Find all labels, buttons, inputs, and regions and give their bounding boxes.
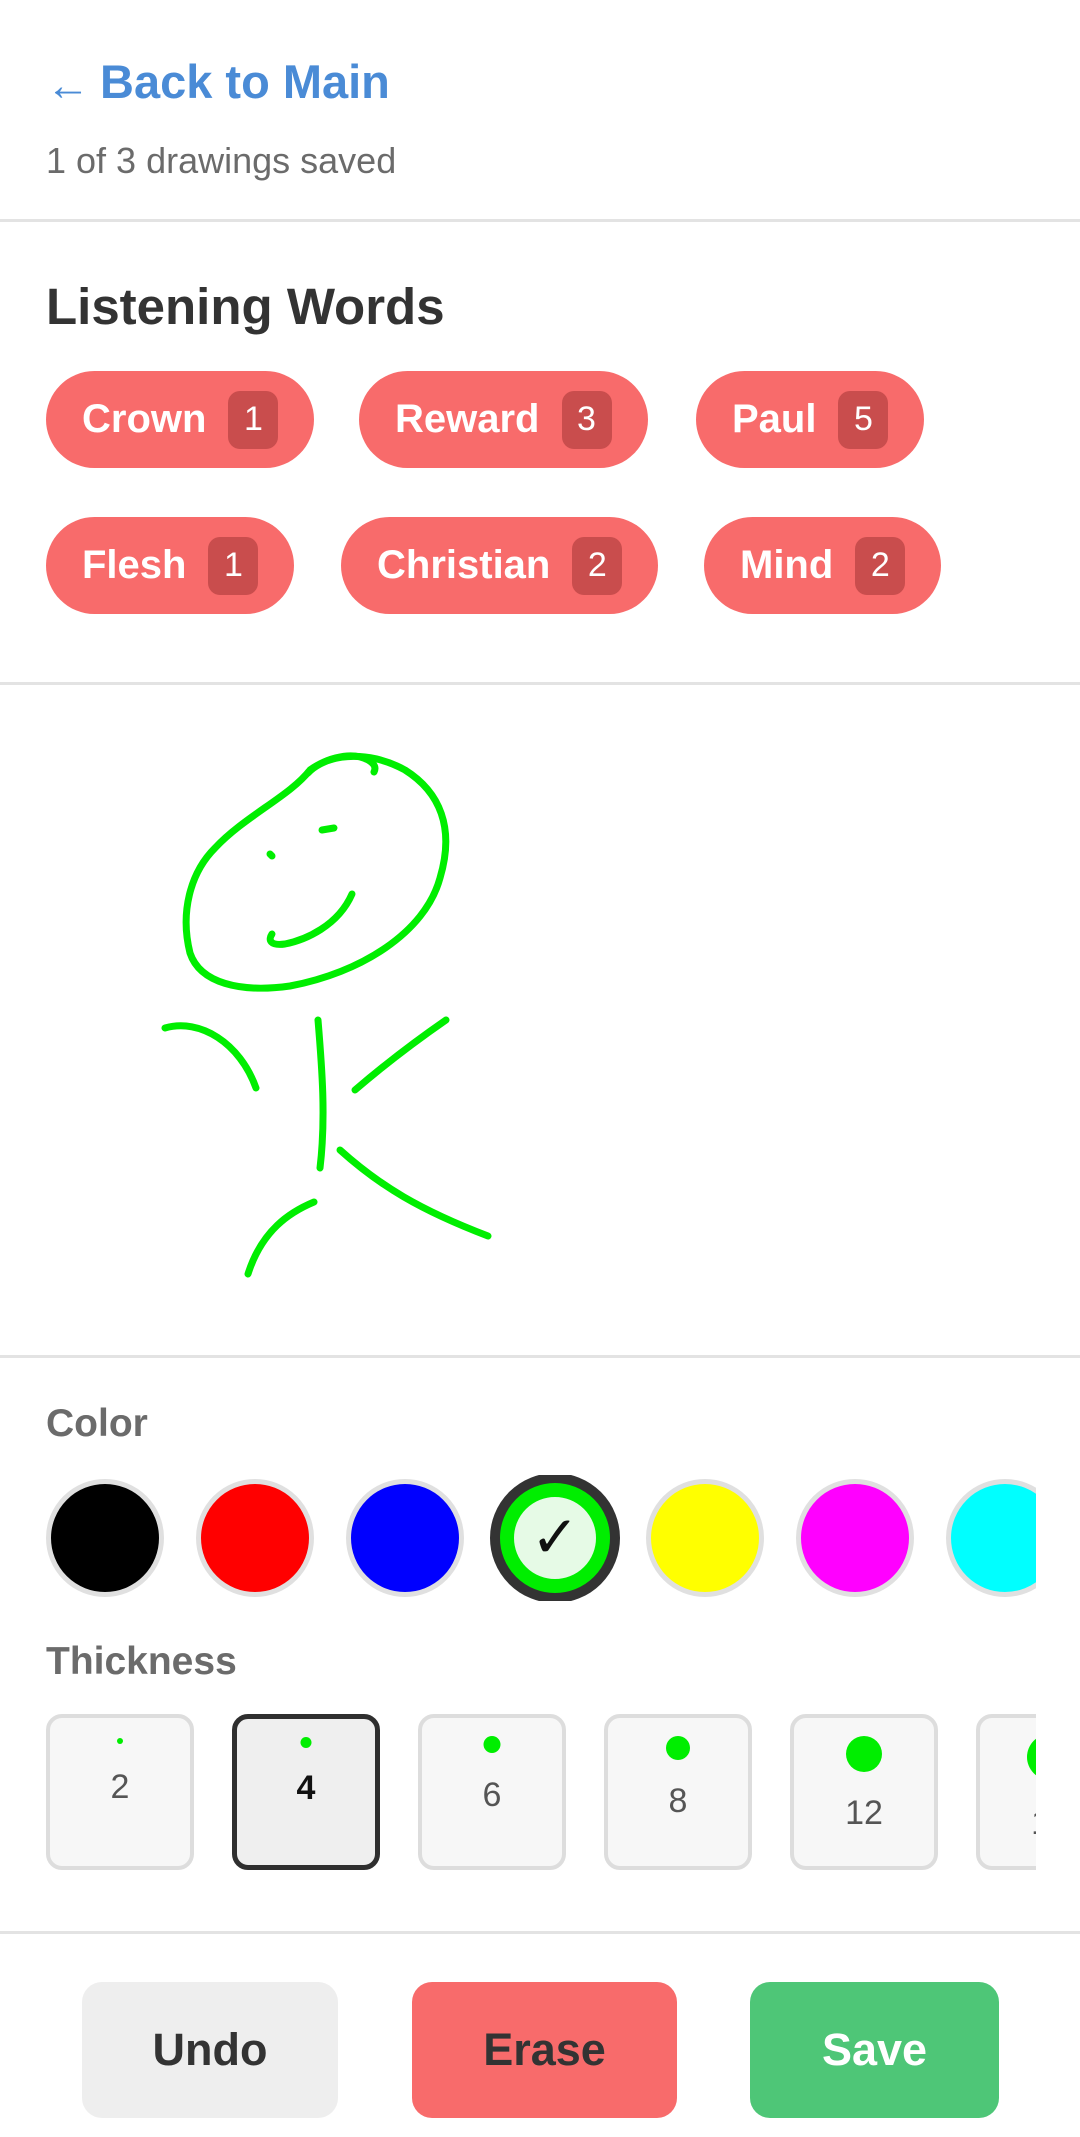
color-swatch-cyan[interactable]	[946, 1479, 1036, 1597]
header: ← Back to Main 1 of 3 drawings saved	[0, 0, 1080, 222]
thickness-dot-icon	[1027, 1734, 1036, 1780]
thickness-option-2[interactable]: 2	[46, 1714, 194, 1870]
word-label: Mind	[740, 543, 834, 587]
word-label: Christian	[377, 543, 551, 587]
drawing-stroke-left-arm	[161, 1022, 260, 1092]
stick-figure-drawing	[161, 752, 492, 1278]
erase-button[interactable]: Erase	[412, 1982, 677, 2118]
thickness-value: 16	[980, 1804, 1036, 1843]
drawing-stroke-right-arm	[351, 1016, 450, 1094]
word-chip[interactable]: Reward 3	[359, 371, 648, 468]
back-to-main-link[interactable]: ← Back to Main	[46, 54, 390, 110]
thickness-option-8[interactable]: 8	[604, 1714, 752, 1870]
color-swatch-blue[interactable]	[346, 1479, 464, 1597]
save-button[interactable]: Save	[750, 1982, 999, 2118]
thickness-dot-icon	[666, 1736, 690, 1760]
color-swatch-magenta[interactable]	[796, 1479, 914, 1597]
drawing-stroke-right-eye	[318, 824, 338, 834]
word-count-badge: 2	[855, 536, 906, 595]
thickness-option-row[interactable]: 2 4 6 8 12 16	[46, 1714, 1036, 1872]
word-chip[interactable]: Christian 2	[341, 517, 659, 614]
thickness-dot-icon	[300, 1737, 312, 1748]
listening-words-section: Listening Words Crown 1 Reward 3 Paul 5 …	[0, 225, 1080, 685]
thickness-label: Thickness	[46, 1640, 237, 1683]
drawings-saved-status: 1 of 3 drawings saved	[46, 140, 397, 181]
thickness-option-6[interactable]: 6	[418, 1714, 566, 1870]
check-icon: ✓	[530, 1505, 580, 1570]
color-swatch-yellow[interactable]	[646, 1479, 764, 1597]
color-swatch-red[interactable]	[196, 1479, 314, 1597]
drawing-canvas[interactable]	[0, 688, 1080, 1358]
drawing-stroke-right-leg	[336, 1146, 492, 1240]
listening-words-title: Listening Words	[46, 278, 445, 335]
action-bar: Undo Erase Save	[0, 1931, 1080, 2137]
word-chip[interactable]: Flesh 1	[46, 517, 295, 614]
thickness-dot-icon	[117, 1738, 123, 1744]
word-count-badge: 3	[561, 390, 612, 449]
word-count-badge: 1	[228, 390, 279, 449]
color-swatch-black[interactable]	[46, 1479, 164, 1597]
selected-swatch-ring: ✓	[500, 1483, 610, 1593]
word-count-badge: 2	[572, 536, 623, 595]
word-chip[interactable]: Crown 1	[46, 371, 315, 468]
thickness-value: 6	[482, 1776, 502, 1814]
thickness-value: 4	[296, 1769, 316, 1807]
color-swatch-row[interactable]: ✓	[46, 1475, 1036, 1601]
word-count-badge: 1	[208, 536, 259, 595]
thickness-option-4[interactable]: 4	[232, 1714, 380, 1870]
drawing-stroke-left-eye	[266, 850, 276, 860]
thickness-value: 8	[668, 1782, 688, 1820]
thickness-value: 12	[845, 1794, 883, 1832]
word-chip[interactable]: Mind 2	[704, 517, 942, 614]
word-label: Crown	[82, 397, 207, 441]
word-label: Flesh	[82, 543, 187, 587]
thickness-option-16[interactable]: 16	[976, 1714, 1036, 1870]
drawing-stroke-head	[182, 752, 450, 992]
word-label: Reward	[395, 397, 540, 441]
thickness-dot-icon	[846, 1736, 882, 1772]
word-chip[interactable]: Paul 5	[696, 371, 925, 468]
color-label: Color	[46, 1402, 148, 1445]
drawing-stroke-smile	[266, 890, 356, 948]
color-swatch-green-selected[interactable]: ✓	[490, 1475, 620, 1601]
back-to-main-label: Back to Main	[100, 55, 390, 108]
thickness-option-12[interactable]: 12	[790, 1714, 938, 1870]
drawing-stroke-body	[314, 1016, 327, 1172]
drawing-stroke-hair	[304, 752, 379, 777]
thickness-dot-icon	[483, 1736, 501, 1753]
word-count-badge: 5	[838, 390, 889, 449]
word-label: Paul	[732, 397, 817, 441]
undo-button[interactable]: Undo	[82, 1982, 338, 2118]
drawing-stroke-left-leg	[244, 1198, 318, 1278]
thickness-value: 2	[110, 1768, 130, 1806]
back-arrow-icon: ←	[46, 60, 90, 110]
